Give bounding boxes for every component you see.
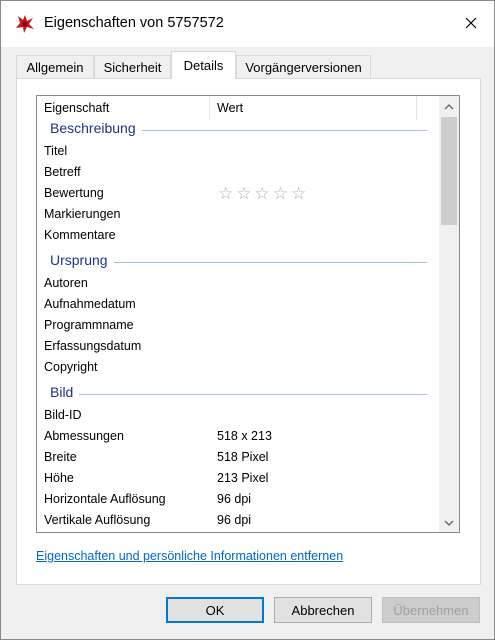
property-row[interactable]: Breite 518 Pixel [37, 447, 437, 468]
close-icon [465, 17, 477, 32]
vertical-scrollbar[interactable] [439, 96, 459, 532]
group-header-beschreibung: Beschreibung [37, 120, 437, 141]
tab-sicherheit[interactable]: Sicherheit [94, 55, 171, 78]
chevron-up-icon [444, 99, 454, 113]
list-body: Beschreibung Titel Betreff Bewertung ☆☆☆… [37, 120, 437, 531]
column-divider[interactable] [209, 96, 210, 120]
tab-details[interactable]: Details [171, 51, 236, 79]
apply-button[interactable]: Übernehmen [382, 597, 480, 623]
property-list[interactable]: Eigenschaft Wert Beschreibung Titel Betr… [36, 95, 460, 533]
column-divider[interactable] [416, 96, 417, 120]
list-header: Eigenschaft Wert [37, 96, 437, 120]
property-row[interactable]: Programmname [37, 315, 437, 336]
tab-allgemein[interactable]: Allgemein [16, 55, 94, 78]
property-row[interactable]: Betreff [37, 162, 437, 183]
window-title: Eigenschaften von 5757572 [44, 15, 224, 31]
ok-button[interactable]: OK [166, 597, 264, 623]
tab-vorgaengerversionen[interactable]: Vorgängerversionen [236, 55, 371, 78]
scroll-thumb[interactable] [441, 117, 457, 225]
property-row[interactable]: Markierungen [37, 204, 437, 225]
details-tab-panel: Eigenschaft Wert Beschreibung Titel Betr… [16, 78, 481, 585]
property-row[interactable]: Abmessungen 518 x 213 [37, 426, 437, 447]
title-bar: Eigenschaften von 5757572 [1, 1, 494, 47]
scroll-down-button[interactable] [439, 512, 459, 532]
property-row[interactable]: Kommentare [37, 225, 437, 246]
close-button[interactable] [448, 1, 494, 47]
property-row[interactable]: Bild-ID [37, 405, 437, 426]
remove-properties-link[interactable]: Eigenschaften und persönliche Informatio… [36, 549, 343, 563]
tab-strip: Allgemein Sicherheit Details Vorgängerve… [16, 51, 481, 79]
group-divider [50, 394, 427, 395]
properties-app-icon [14, 13, 36, 35]
column-header-value[interactable]: Wert [217, 101, 243, 115]
properties-dialog: Eigenschaften von 5757572 Allgemein Sich… [0, 0, 495, 640]
property-row[interactable]: Aufnahmedatum [37, 294, 437, 315]
chevron-down-icon [444, 515, 454, 529]
group-header-ursprung: Ursprung [37, 252, 437, 273]
cancel-button[interactable]: Abbrechen [274, 597, 372, 623]
property-row[interactable]: Copyright [37, 357, 437, 378]
property-row[interactable]: Erfassungsdatum [37, 336, 437, 357]
column-header-property[interactable]: Eigenschaft [44, 101, 109, 115]
property-row[interactable]: Höhe 213 Pixel [37, 468, 437, 489]
property-row[interactable]: Horizontale Auflösung 96 dpi [37, 489, 437, 510]
property-row[interactable]: Vertikale Auflösung 96 dpi [37, 510, 437, 531]
group-header-bild: Bild [37, 384, 437, 405]
property-row[interactable]: Titel [37, 141, 437, 162]
scroll-up-button[interactable] [439, 96, 459, 116]
property-row[interactable]: Bewertung ☆☆☆☆☆ [37, 183, 437, 204]
property-row[interactable]: Autoren [37, 273, 437, 294]
rating-stars-icon[interactable]: ☆☆☆☆☆ [218, 184, 309, 204]
